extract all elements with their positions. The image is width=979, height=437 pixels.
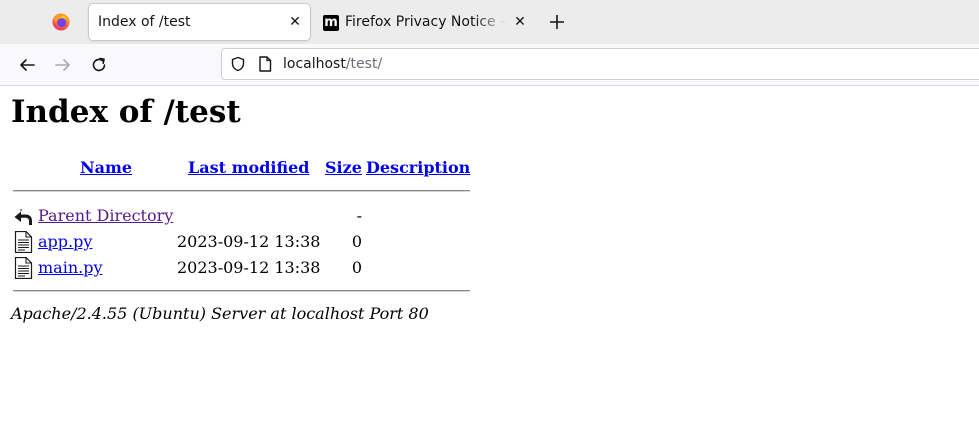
- column-header-last-modified[interactable]: Last modified: [188, 158, 309, 177]
- mozilla-favicon-icon: m: [323, 15, 339, 31]
- row-size: -: [356, 206, 362, 225]
- shield-icon[interactable]: [230, 56, 246, 72]
- page-icon[interactable]: [258, 56, 272, 72]
- back-arrow-icon: [13, 205, 34, 227]
- reload-icon[interactable]: [90, 56, 108, 74]
- row-last-modified: 2023-09-12 13:38: [177, 258, 321, 277]
- tab-title: Firefox Privacy Notice — Mozilla: [345, 14, 507, 30]
- tab-close-icon[interactable]: ✕: [513, 15, 527, 29]
- column-header-description[interactable]: Description: [366, 158, 470, 177]
- address-bar[interactable]: localhost/test/: [221, 48, 979, 80]
- url-path: /test/: [345, 56, 383, 72]
- table-row: Parent Directory -: [0, 204, 480, 228]
- row-last-modified: 2023-09-12 13:38: [177, 232, 321, 251]
- tab-firefox-privacy-notice[interactable]: m Firefox Privacy Notice — Mozilla ✕: [320, 4, 532, 40]
- parent-directory-link[interactable]: Parent Directory: [38, 206, 173, 225]
- url-host: localhost: [283, 56, 346, 72]
- text-file-icon: [13, 256, 34, 280]
- table-row: app.py 2023-09-12 13:38 0: [0, 230, 480, 254]
- page-content: Index of /test Name Last modified Size D…: [0, 86, 979, 437]
- server-signature: Apache/2.4.55 (Ubuntu) Server at localho…: [11, 304, 429, 323]
- back-arrow-icon[interactable]: [18, 56, 36, 74]
- file-link-main-py[interactable]: main.py: [38, 258, 103, 277]
- navigation-toolbar: localhost/test/: [0, 44, 979, 86]
- file-link-app-py[interactable]: app.py: [38, 232, 92, 251]
- tab-close-icon[interactable]: ✕: [288, 15, 302, 29]
- column-header-name[interactable]: Name: [80, 158, 132, 177]
- table-row: main.py 2023-09-12 13:38 0: [0, 256, 480, 280]
- divider: [13, 190, 470, 192]
- row-size: 0: [351, 258, 362, 277]
- browser-window: Index of /test ✕ m Firefox Privacy Notic…: [0, 0, 979, 437]
- url-text[interactable]: localhost/test/: [283, 56, 382, 72]
- divider: [13, 290, 470, 292]
- tab-strip: Index of /test ✕ m Firefox Privacy Notic…: [0, 0, 979, 44]
- tab-index-of-test[interactable]: Index of /test ✕: [89, 4, 310, 40]
- tab-title: Index of /test: [98, 14, 191, 30]
- column-header-size[interactable]: Size: [325, 158, 362, 177]
- forward-arrow-icon[interactable]: [54, 56, 72, 74]
- text-file-icon: [13, 230, 34, 254]
- row-size: 0: [351, 232, 362, 251]
- page-title: Index of /test: [11, 94, 241, 130]
- firefox-logo-icon[interactable]: [50, 11, 72, 33]
- plus-icon[interactable]: [548, 13, 566, 31]
